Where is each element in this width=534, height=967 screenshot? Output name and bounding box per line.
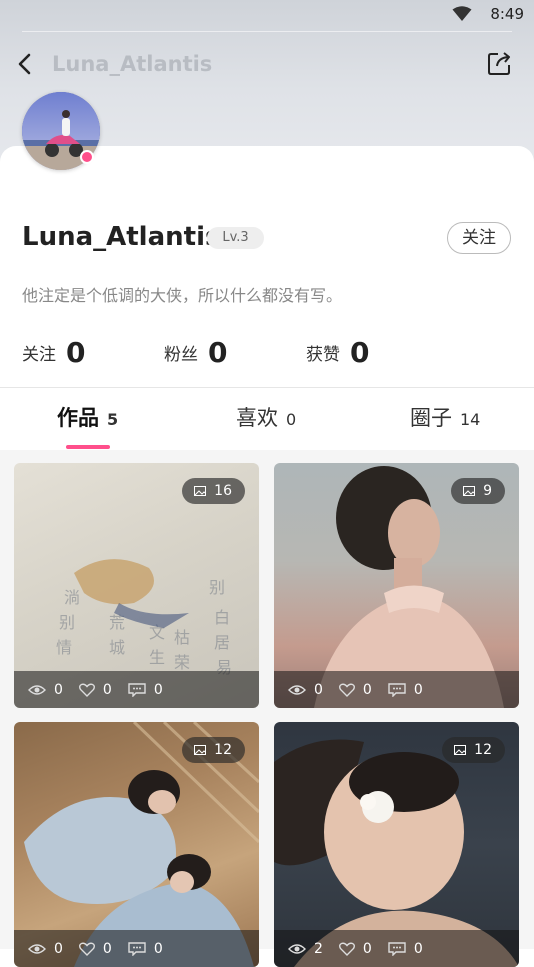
svg-text:白: 白 [214,608,230,627]
picture-icon [463,486,476,496]
view-count: 0 [54,681,63,698]
post-tile[interactable]: 12 2 0 0 [274,722,519,967]
stat-followers[interactable]: 粉丝 0 [164,336,227,376]
post-tile[interactable]: 12 0 0 0 [14,722,259,967]
profile-bio: 他注定是个低调的大侠，所以什么都没有写。 [22,286,343,305]
svg-text:别: 别 [209,578,225,597]
post-tile[interactable]: 别白居易 淌别情 荒城 文生 枯荣 16 0 0 0 [14,463,259,708]
wifi-icon [452,6,472,21]
eye-icon [288,684,306,695]
tab-works[interactable]: 作品 5 [57,402,118,432]
follow-button[interactable]: 关注 [447,222,511,254]
tab-label: 喜欢 [236,406,278,430]
svg-text:淌: 淌 [64,588,80,607]
eye-icon [28,684,46,695]
stat-value: 0 [66,336,86,369]
status-bar: 8:49 [0,0,534,30]
tab-indicator [66,445,110,449]
profile-username: Luna_Atlantis [22,222,221,252]
comment-count: 0 [413,681,423,698]
stat-following[interactable]: 关注 0 [22,336,85,376]
photo-count-badge: 16 [182,478,245,504]
like-count: 0 [102,681,112,698]
heart-icon [338,683,355,697]
svg-text:生: 生 [149,648,165,667]
stat-label: 粉丝 [164,345,198,365]
post-stats-bar: 0 0 0 [14,671,259,708]
picture-icon [194,745,207,755]
picture-icon [194,486,207,496]
photo-count: 12 [474,742,492,758]
post-tile[interactable]: 9 0 0 0 [274,463,519,708]
tab-count: 14 [460,410,481,429]
header-divider [22,31,512,32]
tab-circles[interactable]: 圈子 14 [410,402,480,432]
tab-count: 5 [107,410,119,429]
tab-count: 0 [286,410,297,429]
photo-count: 16 [214,483,232,499]
avatar-badge [80,150,94,164]
tab-label: 作品 [57,406,99,430]
stat-value: 0 [350,336,370,369]
like-count: 0 [362,681,372,698]
svg-text:别: 别 [59,613,75,632]
back-arrow-icon[interactable] [14,50,36,78]
stat-likes-received[interactable]: 获赞 0 [306,336,369,376]
photo-count-badge: 12 [442,737,505,763]
photo-count: 12 [214,742,232,758]
divider [0,387,534,388]
picture-icon [454,745,467,755]
share-icon[interactable] [486,49,514,77]
tab-label: 圈子 [410,406,452,430]
svg-text:情: 情 [56,638,72,657]
post-stats-bar: 0 0 0 [274,671,519,708]
svg-text:荣: 荣 [174,653,190,672]
view-count: 0 [314,681,323,698]
status-time: 8:49 [490,5,524,23]
stat-label: 获赞 [306,345,340,365]
comment-icon [128,682,146,697]
level-badge: Lv.3 [207,227,264,249]
tab-likes[interactable]: 喜欢 0 [236,402,296,432]
comment-icon [388,682,406,697]
svg-text:枯: 枯 [174,628,190,647]
svg-text:城: 城 [109,638,125,657]
photo-count-badge: 12 [182,737,245,763]
stat-value: 0 [208,336,228,369]
stat-label: 关注 [22,345,56,365]
comment-count: 0 [153,681,163,698]
svg-text:居: 居 [214,633,230,652]
heart-icon [78,683,95,697]
nav-title: Luna_Atlantis [52,52,213,76]
photo-count-badge: 9 [451,478,505,504]
photo-count: 9 [483,483,492,499]
